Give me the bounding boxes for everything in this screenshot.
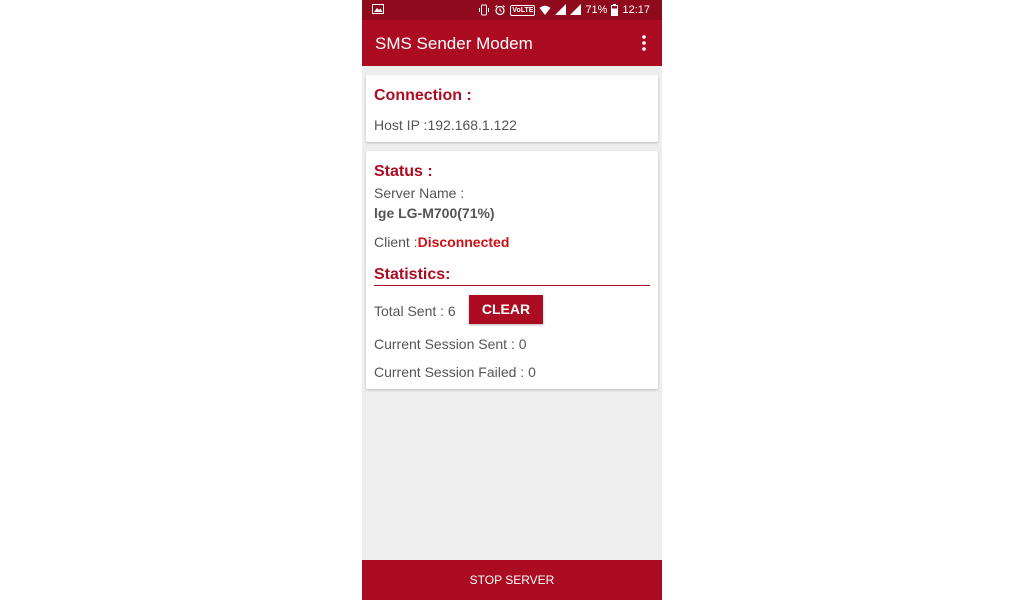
connection-card: Connection : Host IP :192.168.1.122 [366,75,658,142]
server-name-value: lge LG-M700(71%) [374,205,495,221]
current-session-failed-text: Current Session Failed : 0 [374,364,536,380]
clear-button[interactable]: CLEAR [469,295,543,324]
battery-icon [611,4,619,16]
stop-server-button[interactable]: STOP SERVER [362,560,662,600]
signal-icon [555,4,567,15]
app-title: SMS Sender Modem [375,34,533,53]
clock: 12:17 [622,4,650,16]
host-ip-row: Host IP :192.168.1.122 [374,117,517,133]
app-bar: SMS Sender Modem [362,20,662,66]
client-status-value: Disconnected [417,234,510,250]
status-bar: VoLTE 71% 12:17 [362,0,662,20]
status-icons: VoLTE 71% 12:17 [478,2,650,18]
battery-percent: 71% [585,4,608,16]
client-label: Client : [374,234,418,250]
statistics-heading: Statistics: [374,266,451,283]
statistics-divider [374,285,650,286]
wifi-icon [539,5,551,15]
current-session-sent-text: Current Session Sent : 0 [374,336,527,352]
host-ip-value: 192.168.1.122 [427,117,517,133]
client-row: Client :Disconnected [374,234,509,250]
phone-screen: VoLTE 71% 12:17 SMS Sender Modem Connect… [362,0,662,600]
connection-heading: Connection : [374,87,472,104]
server-name-label: Server Name : [374,185,465,201]
volte-icon: VoLTE [510,4,536,16]
alarm-icon [495,5,506,16]
status-card: Status : Server Name : lge LG-M700(71%) … [366,151,658,389]
signal-icon [570,4,582,15]
more-vert-icon[interactable] [636,32,652,54]
status-heading: Status : [374,163,433,180]
image-icon [372,4,384,14]
host-ip-label: Host IP : [374,117,428,133]
vibrate-icon [479,4,490,16]
total-sent-text: Total Sent : 6 [374,303,456,319]
